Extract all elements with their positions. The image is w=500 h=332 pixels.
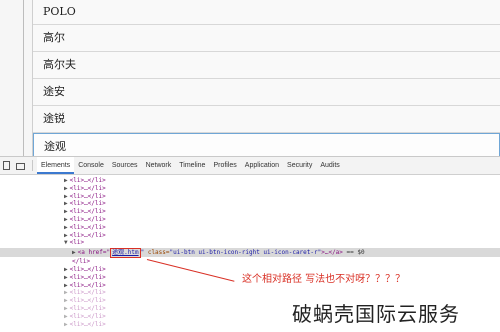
tab-security[interactable]: Security xyxy=(283,157,316,174)
expand-triangle-icon[interactable]: ▶ xyxy=(64,200,68,207)
expand-triangle-icon[interactable]: ▶ xyxy=(64,274,68,281)
page-left-gutter xyxy=(0,0,33,156)
list-item[interactable]: 途安 xyxy=(33,79,500,106)
tab-application[interactable]: Application xyxy=(241,157,283,174)
expand-triangle-icon[interactable]: ▶ xyxy=(64,282,68,289)
expand-triangle-icon[interactable]: ▶ xyxy=(64,185,68,192)
expand-triangle-icon[interactable]: ▶ xyxy=(64,297,68,304)
collapse-triangle-icon[interactable]: ▼ xyxy=(64,239,68,246)
expand-triangle-icon[interactable]: ▶ xyxy=(64,232,68,239)
expand-triangle-icon[interactable]: ▶ xyxy=(64,289,68,296)
annotation-text: 这个相对路径 写法也不对呀？？？？ xyxy=(242,274,406,285)
dom-node[interactable]: ▶ <li>…</li> xyxy=(0,185,500,193)
expand-triangle-icon[interactable]: ▶ xyxy=(64,216,68,223)
dom-node[interactable]: ▶ <li>…</li> xyxy=(0,177,500,185)
inspect-element-icon[interactable] xyxy=(3,161,10,170)
dom-node[interactable]: ▶ <li>…</li> xyxy=(0,208,500,216)
expand-triangle-icon[interactable]: ▶ xyxy=(64,266,68,273)
dom-node-selected[interactable]: ▶ <a href=" 途观.htm " class="ui-btn ui-btn-i… xyxy=(0,248,500,259)
dom-node[interactable]: ▶ <li>…</li> xyxy=(0,216,500,224)
toolbar-divider xyxy=(32,160,33,171)
tab-profiles[interactable]: Profiles xyxy=(209,157,240,174)
dom-node[interactable]: ▶ <li>…</li> xyxy=(0,232,500,240)
dom-node[interactable]: ▶ <li>…</li> xyxy=(0,200,500,208)
tab-timeline[interactable]: Timeline xyxy=(175,157,209,174)
expand-triangle-icon[interactable]: ▶ xyxy=(64,224,68,231)
expand-triangle-icon[interactable]: ▶ xyxy=(64,321,68,328)
list-item[interactable]: 途锐 xyxy=(33,106,500,133)
tab-console[interactable]: Console xyxy=(74,157,108,174)
device-toolbar-icon[interactable] xyxy=(16,162,25,170)
dom-node[interactable]: ▶ <li>…</li> xyxy=(0,193,500,201)
href-highlight-box: 途观.htm xyxy=(110,248,141,259)
list-item[interactable]: POLO xyxy=(33,0,500,25)
tab-audits[interactable]: Audits xyxy=(316,157,343,174)
dom-node-open[interactable]: ▼ <li> xyxy=(0,239,500,247)
tab-elements[interactable]: Elements xyxy=(37,157,75,174)
mobile-page-view: POLO 高尔 高尔夫 途安 途锐 途观 xyxy=(0,0,500,156)
expand-triangle-icon[interactable]: ▶ xyxy=(64,313,68,320)
watermark-text: 破蜗壳国际云服务 xyxy=(292,302,460,326)
expand-triangle-icon[interactable]: ▶ xyxy=(64,305,68,312)
tab-sources[interactable]: Sources xyxy=(108,157,142,174)
expand-triangle-icon[interactable]: ▶ xyxy=(72,249,76,256)
dom-node-close: </li> xyxy=(72,258,91,266)
expand-triangle-icon[interactable]: ▶ xyxy=(64,193,68,200)
list-item-selected[interactable]: 途观 xyxy=(33,133,500,156)
expand-triangle-icon[interactable]: ▶ xyxy=(64,177,68,184)
list-item[interactable]: 高尔夫 xyxy=(33,52,500,79)
list-item[interactable]: 高尔 xyxy=(33,25,500,52)
car-model-list: POLO 高尔 高尔夫 途安 途锐 途观 xyxy=(33,0,500,156)
devtools-tab-bar: Elements Console Sources Network Timelin… xyxy=(0,156,500,175)
tab-network[interactable]: Network xyxy=(142,157,176,174)
dom-node[interactable]: ▶ <li>…</li> xyxy=(0,289,500,297)
expand-triangle-icon[interactable]: ▶ xyxy=(64,208,68,215)
dom-node[interactable]: ▶ <li>…</li> xyxy=(0,224,500,232)
